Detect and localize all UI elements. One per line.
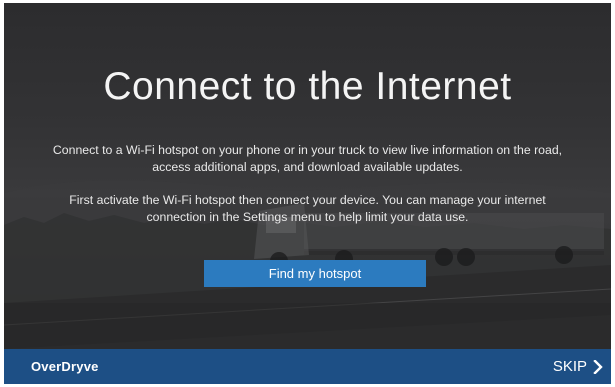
chevron-right-icon <box>593 359 603 374</box>
brand-logo: OverDryve <box>31 359 99 374</box>
onboarding-screen: Connect to the Internet Connect to a Wi-… <box>4 3 611 384</box>
skip-button[interactable]: SKIP <box>553 349 603 384</box>
truck-background-image <box>4 180 611 349</box>
find-my-hotspot-button[interactable]: Find my hotspot <box>204 260 426 287</box>
instructions-paragraph: First activate the Wi-Fi hotspot then co… <box>69 193 546 224</box>
skip-label: SKIP <box>552 358 587 375</box>
intro-paragraph: Connect to a Wi-Fi hotspot on your phone… <box>52 143 563 174</box>
hero-panel: Connect to the Internet Connect to a Wi-… <box>4 3 611 349</box>
page-title: Connect to the Internet <box>103 65 512 108</box>
footer-bar: OverDryve SKIP <box>4 349 611 384</box>
